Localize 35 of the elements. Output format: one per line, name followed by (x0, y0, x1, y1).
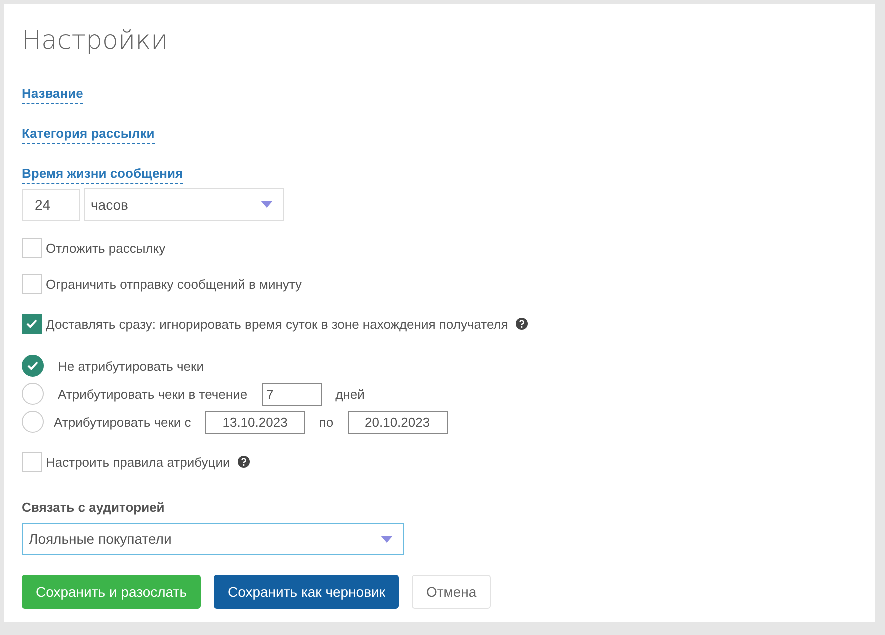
radio-label: Атрибутировать чеки в течение (58, 386, 248, 402)
checkbox-label: Доставлять сразу: игнорировать время суток в зоне нахождения получателя (46, 316, 508, 332)
section-link[interactable]: Категория рассылки (22, 126, 155, 144)
save-button[interactable]: Сохранить как черновик (214, 575, 400, 609)
caret-icon (381, 536, 393, 542)
radio-label: Не атрибутировать чеки (58, 358, 204, 374)
caret-icon (261, 201, 273, 208)
checkbox-label: Отложить рассылку (46, 240, 166, 256)
check-icon (26, 319, 38, 329)
section-link[interactable]: Название (22, 86, 84, 104)
checkbox-label: Настроить правила атрибуции (46, 454, 230, 470)
unit-dropdown[interactable]: часов (84, 188, 284, 221)
check-icon (27, 361, 39, 371)
separator-label: по (319, 414, 334, 430)
checkbox-label: Ограничить отправку сообщений в минуту (46, 276, 302, 292)
radio-button[interactable] (22, 411, 44, 433)
date-input[interactable]: 20.10.2023 (348, 410, 448, 434)
help-icon[interactable] (516, 318, 528, 330)
section-link[interactable]: Время жизни сообщения (22, 166, 184, 184)
days-label: дней (336, 386, 365, 402)
radio-button[interactable] (22, 355, 44, 377)
radio-button[interactable] (22, 383, 44, 405)
days-input[interactable]: 7 (262, 382, 322, 406)
audience-label: Связать с аудиторией (22, 500, 166, 515)
cancel-button[interactable]: Отмена (412, 575, 491, 609)
lifetime-input[interactable]: 24 (22, 188, 80, 220)
audience-dropdown[interactable]: Лояльные покупатели (22, 523, 404, 555)
date-input[interactable]: 13.10.2023 (205, 410, 306, 434)
checkbox[interactable] (22, 452, 42, 472)
checkbox[interactable] (22, 314, 42, 334)
page-title: Настройки (22, 26, 170, 56)
checkbox[interactable] (22, 238, 42, 258)
help-icon[interactable] (238, 456, 250, 468)
checkbox[interactable] (22, 274, 42, 294)
radio-label: Атрибутировать чеки с (54, 414, 192, 430)
